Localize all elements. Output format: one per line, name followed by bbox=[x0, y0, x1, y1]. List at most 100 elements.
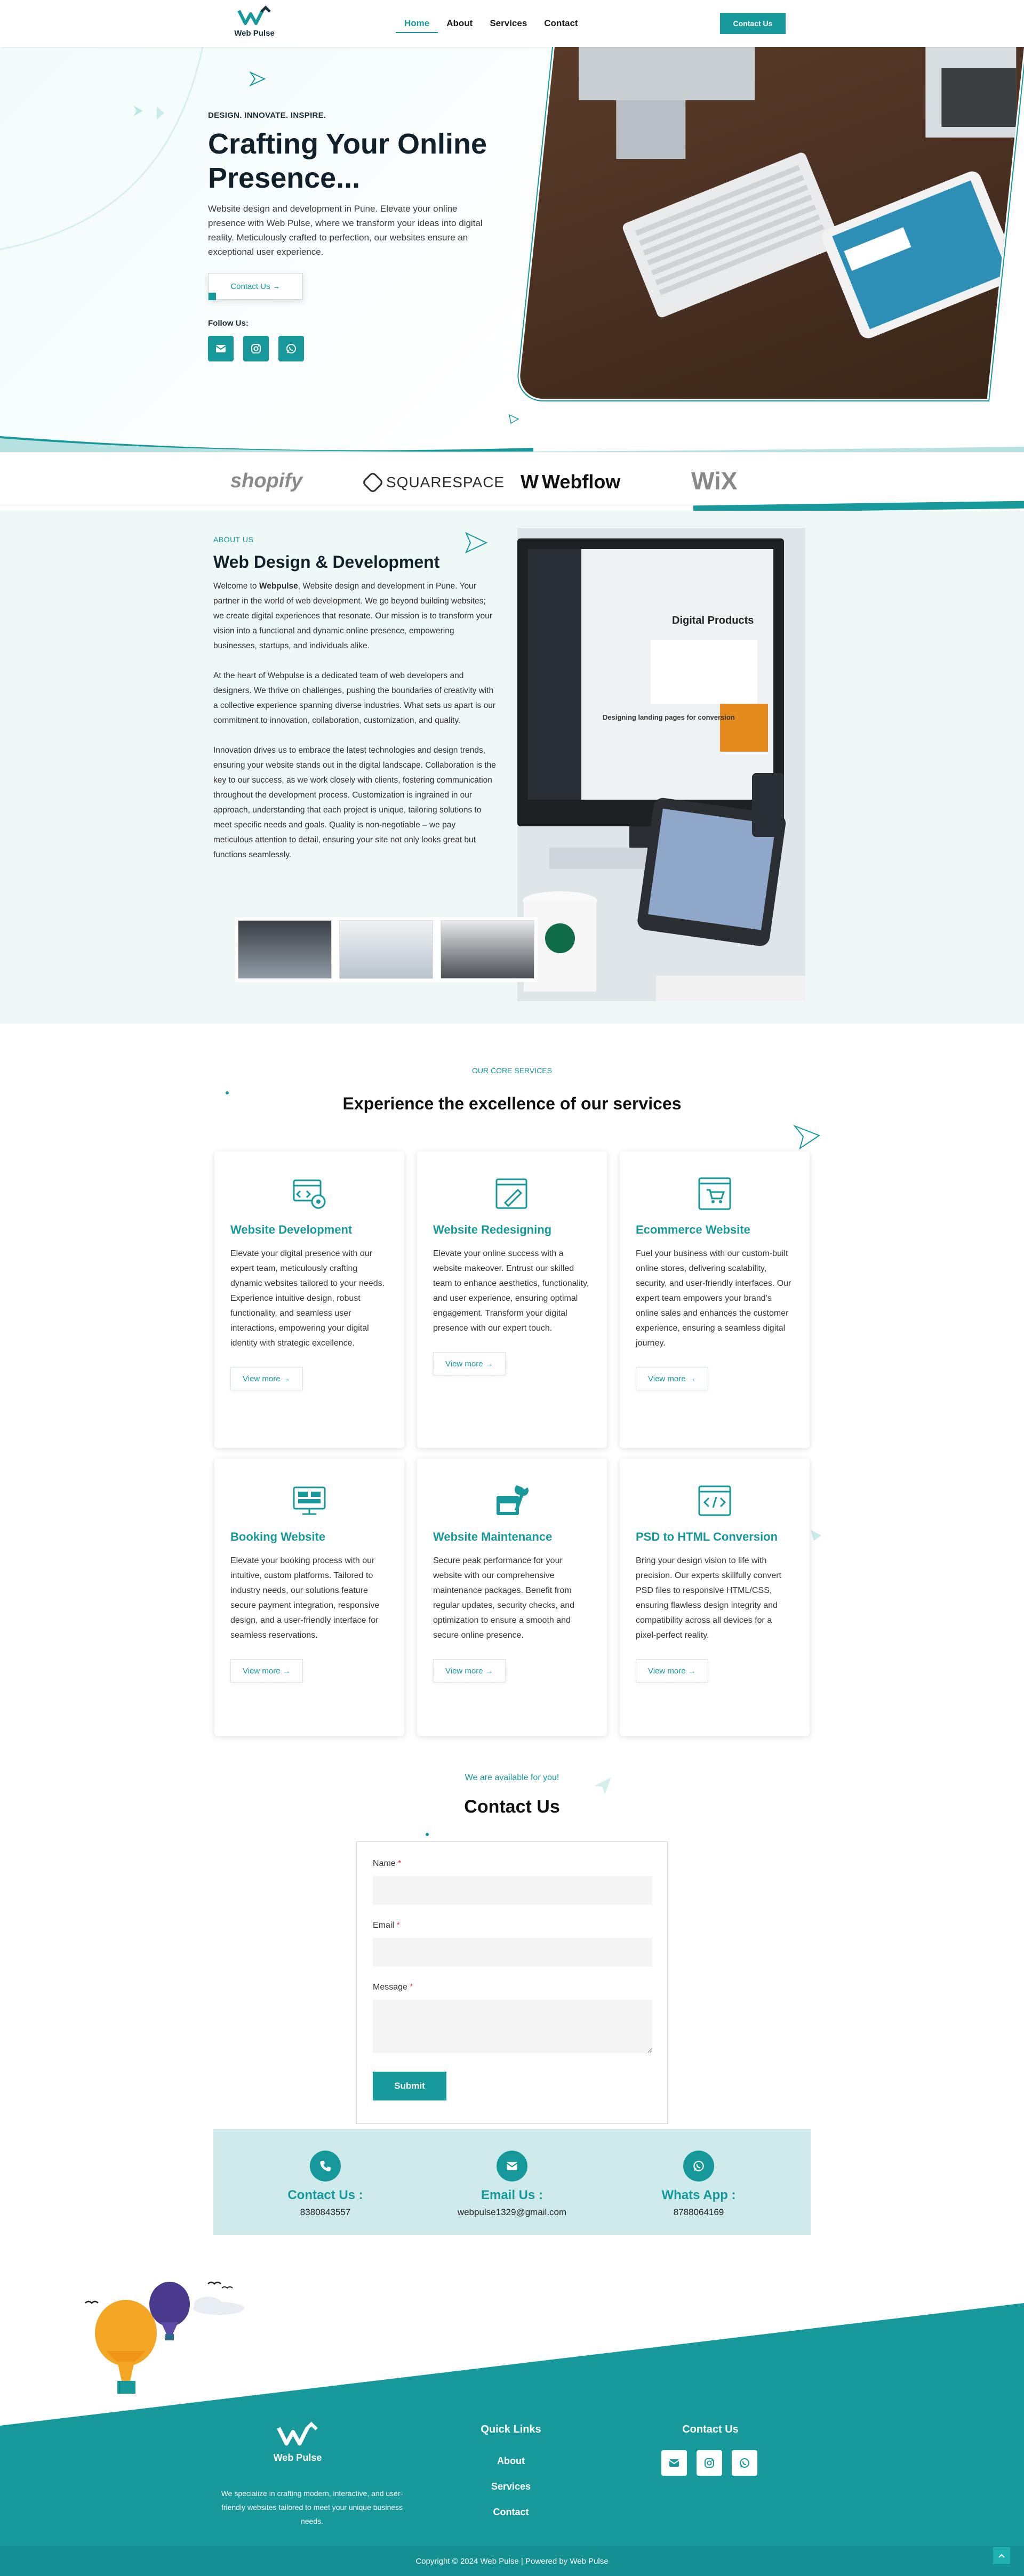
about-devices-image: Digital Products Designing landing pages… bbox=[517, 528, 805, 1001]
image-text-digital-products: Digital Products bbox=[672, 615, 754, 626]
view-more-button[interactable]: View more → bbox=[636, 1367, 708, 1390]
whatsapp-social-button[interactable] bbox=[278, 336, 304, 361]
footer-contact-title: Contact Us bbox=[682, 2424, 739, 2435]
arrow-right-icon: → bbox=[687, 1374, 696, 1383]
top-navigation: Web Pulse Home About Services Contact Co… bbox=[0, 0, 1024, 47]
message-label: Message * bbox=[373, 1983, 413, 1992]
about-paragraph-3: Innovation drives us to embrace the late… bbox=[213, 746, 496, 859]
name-input[interactable] bbox=[373, 1876, 652, 1905]
phone-icon bbox=[320, 2161, 331, 2171]
email-input[interactable] bbox=[373, 1938, 652, 1967]
view-more-button[interactable]: View more → bbox=[230, 1659, 303, 1683]
about-paragraph-1: Welcome to Webpulse, Website design and … bbox=[213, 582, 492, 650]
service-title: PSD to HTML Conversion bbox=[636, 1530, 778, 1543]
arrow-right-icon: → bbox=[282, 1374, 291, 1383]
arrow-right-icon: → bbox=[485, 1359, 493, 1368]
service-description: Fuel your business with our custom-built… bbox=[636, 1249, 791, 1348]
envelope-icon bbox=[215, 345, 226, 352]
view-more-button[interactable]: View more → bbox=[636, 1659, 708, 1683]
footer-whatsapp-button[interactable] bbox=[732, 2450, 757, 2476]
contact-phone-item: Contact Us : 8380843557 bbox=[245, 2151, 405, 2218]
about-thumbnails bbox=[235, 917, 538, 982]
name-label: Name * bbox=[373, 1859, 402, 1868]
shopify-logo: shopify bbox=[230, 470, 303, 492]
nav-menu: Home About Services Contact bbox=[396, 15, 587, 33]
contact-title: Contact Us bbox=[464, 1797, 560, 1817]
email-circle[interactable] bbox=[497, 2151, 527, 2181]
nav-contact-button[interactable]: Contact Us bbox=[720, 13, 786, 34]
service-title: Website Redesigning bbox=[433, 1223, 552, 1236]
nav-link-home[interactable]: Home bbox=[396, 15, 438, 33]
service-title: Ecommerce Website bbox=[636, 1223, 750, 1236]
whatsapp-icon bbox=[286, 344, 296, 353]
message-textarea[interactable] bbox=[373, 2000, 652, 2053]
arrow-right-icon: → bbox=[485, 1666, 493, 1676]
webflow-wordmark: Webflow bbox=[541, 471, 621, 493]
footer-logo[interactable]: Web Pulse bbox=[272, 2421, 323, 2464]
about-section: ABOUT US Web Design & Development Welcom… bbox=[0, 511, 1024, 1024]
footer-email-button[interactable] bbox=[661, 2450, 687, 2476]
submit-button[interactable]: Submit bbox=[373, 2072, 446, 2100]
view-more-button[interactable]: View more → bbox=[433, 1352, 506, 1375]
footer-link-contact[interactable]: Contact bbox=[458, 2507, 564, 2518]
hot-air-balloons-illustration bbox=[85, 2281, 244, 2394]
hero-section: DESIGN. INNOVATE. INSPIRE. Crafting Your… bbox=[0, 47, 1024, 452]
platform-logos-bar: shopify SQUARESPACE W Webflow WiX bbox=[0, 452, 1024, 505]
contact-whatsapp-value[interactable]: 8788064169 bbox=[619, 2207, 779, 2218]
shop-cart-icon bbox=[698, 1177, 731, 1210]
service-card-ecommerce-website: Ecommerce Website Fuel your business wit… bbox=[620, 1152, 810, 1448]
chevron-up-icon bbox=[998, 2554, 1005, 2558]
hero-title: Crafting Your Online Presence... bbox=[208, 128, 487, 194]
whatsapp-circle[interactable] bbox=[683, 2151, 714, 2181]
instagram-social-button[interactable] bbox=[243, 336, 269, 361]
scroll-to-top-button[interactable] bbox=[993, 2547, 1010, 2564]
view-more-button[interactable]: View more → bbox=[230, 1367, 303, 1390]
phone-circle[interactable] bbox=[310, 2151, 341, 2181]
contact-email-value[interactable]: webpulse1329@gmail.com bbox=[432, 2207, 592, 2218]
nav-link-about[interactable]: About bbox=[438, 15, 481, 33]
hero-contact-label: Contact Us → bbox=[230, 281, 281, 291]
contact-whatsapp-title: Whats App : bbox=[661, 2188, 736, 2202]
webflow-logo: W Webflow bbox=[521, 471, 620, 493]
hero-workspace-image bbox=[517, 47, 1024, 399]
nav-link-contact[interactable]: Contact bbox=[535, 15, 586, 33]
contact-phone-title: Contact Us : bbox=[287, 2188, 363, 2202]
service-description: Elevate your digital presence with our e… bbox=[230, 1249, 385, 1348]
service-description: Secure peak performance for your website… bbox=[433, 1556, 575, 1640]
email-social-button[interactable] bbox=[208, 336, 234, 361]
wix-logo: WiX bbox=[691, 467, 738, 495]
footer-logo-text: Web Pulse bbox=[273, 2452, 322, 2463]
wrench-icon bbox=[497, 1485, 529, 1515]
paper-plane-icon bbox=[465, 532, 488, 553]
about-paragraph-2: At the heart of Webpulse is a dedicated … bbox=[213, 671, 495, 725]
service-card-website-development: Website Development Elevate your digital… bbox=[214, 1152, 404, 1448]
nav-link-services[interactable]: Services bbox=[481, 15, 535, 33]
email-label: Email * bbox=[373, 1921, 400, 1930]
footer-link-about[interactable]: About bbox=[458, 2456, 564, 2467]
redesign-brush-icon bbox=[495, 1178, 527, 1209]
thumbnail-monitor[interactable] bbox=[441, 920, 534, 979]
view-more-button[interactable]: View more → bbox=[433, 1659, 506, 1683]
paper-plane-icon bbox=[133, 106, 143, 116]
hero-description: Website design and development in Pune. … bbox=[208, 204, 483, 257]
site-logo[interactable]: Web Pulse bbox=[234, 5, 275, 38]
html-code-icon bbox=[698, 1485, 731, 1516]
service-description: Elevate your booking process with our in… bbox=[230, 1556, 380, 1640]
thumbnail-desk[interactable] bbox=[339, 920, 433, 979]
services-title: Experience the excellence of our service… bbox=[342, 1094, 682, 1113]
instagram-icon bbox=[705, 2458, 714, 2468]
hero-tagline: DESIGN. INNOVATE. INSPIRE. bbox=[208, 111, 326, 120]
service-title: Website Maintenance bbox=[433, 1530, 553, 1543]
footer-link-services[interactable]: Services bbox=[458, 2481, 564, 2492]
hero-contact-button[interactable]: Contact Us → bbox=[208, 273, 303, 300]
code-window-icon bbox=[293, 1179, 326, 1209]
contact-email-item: Email Us : webpulse1329@gmail.com bbox=[432, 2151, 592, 2218]
service-card-website-redesigning: Website Redesigning Elevate your online … bbox=[417, 1152, 607, 1448]
contact-label: We are available for you! bbox=[465, 1773, 559, 1782]
footer-instagram-button[interactable] bbox=[697, 2450, 722, 2476]
contact-phone-value[interactable]: 8380843557 bbox=[245, 2207, 405, 2218]
thumbnail-laptop[interactable] bbox=[238, 920, 332, 979]
image-text-landing-pages: Designing landing pages for conversion bbox=[603, 713, 735, 721]
hero-wave-divider bbox=[0, 436, 1024, 452]
copyright-bar: Copyright © 2024 Web Pulse | Powered by … bbox=[0, 2546, 1024, 2576]
